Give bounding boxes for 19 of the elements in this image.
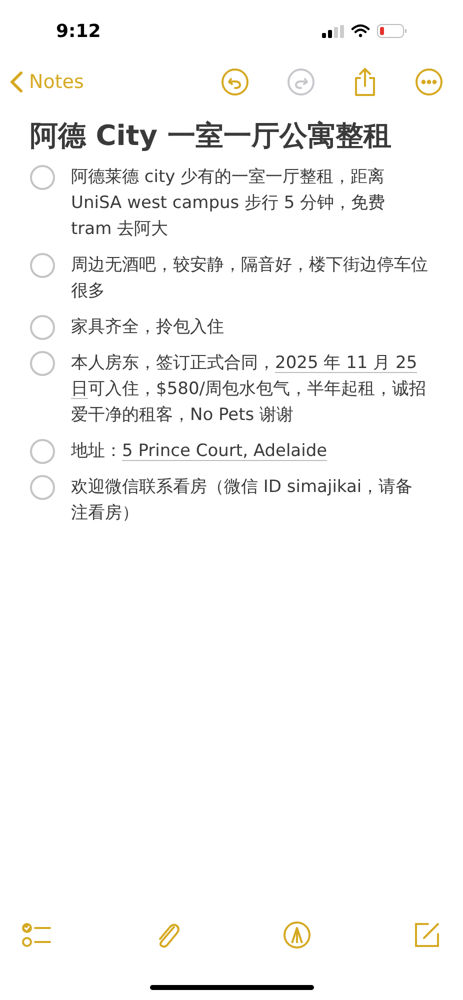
battery-icon [377,24,407,38]
checklist-text: 欢迎微信联系看房（微信 ID simajikai，请备注看房） [71,476,414,525]
checklist-text: 地址：5 Prince Court, Adelaide [71,440,328,463]
checklist-icon[interactable] [22,923,52,947]
undo-icon[interactable] [221,68,249,96]
status-time: 9:12 [56,20,101,44]
checklist-text: 家具齐全，拎包入住 [71,316,225,339]
checklist-text: 阿德莱德 city 少有的一室一厅整租，距离 UniSA west campus 步行 5 分钟，免费 tram 去阿大 [71,166,386,241]
wifi-icon [351,24,370,38]
signal-icon [322,24,344,38]
note-title: 阿德 City 一室一厅公寓整租 [30,118,392,154]
chevron-left-icon [10,71,23,93]
compose-icon[interactable] [412,921,441,949]
more-icon[interactable] [415,68,443,96]
back-button[interactable]: Notes [10,68,84,96]
share-icon[interactable] [353,67,377,97]
checklist-text: 周边无酒吧，较安静，隔音好，楼下街边停车位很多 [71,254,429,303]
checklist-text: 本人房东，签订正式合同，2025 年 11 月 25 日可入住，$580/周包水包气，半年起租，诚招爱干净的租客，No Pets 谢谢 [71,352,427,427]
pen-icon[interactable] [282,921,311,949]
